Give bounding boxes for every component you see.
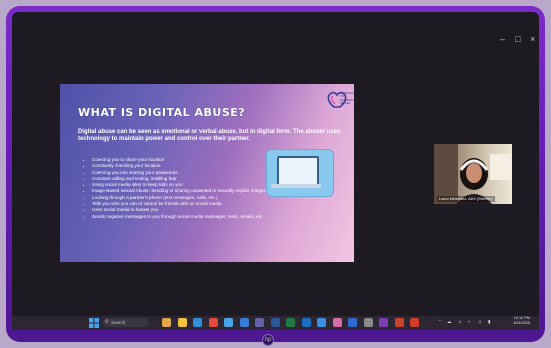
- taskbar-clock[interactable]: 12:12 PM 1/21/2025: [504, 316, 530, 326]
- audio-icon[interactable]: ♫: [458, 319, 461, 324]
- presentation-slide: WHAT IS DIGITAL ABUSE? ALTERNATIVES TO D…: [60, 84, 354, 262]
- participant-video-tile[interactable]: Laura Melendez, ADV (She/her): [434, 144, 512, 204]
- file-explorer-icon[interactable]: [177, 318, 187, 327]
- onenote-icon[interactable]: [379, 318, 388, 327]
- search-icon: ⚲: [105, 319, 109, 325]
- taskbar-search-box[interactable]: ⚲ Search: [103, 318, 149, 327]
- calendar-icon[interactable]: [317, 318, 326, 327]
- chrome-icon[interactable]: [208, 318, 218, 327]
- minimize-button[interactable]: –: [500, 34, 505, 44]
- acrobat-icon[interactable]: [410, 318, 419, 327]
- clock-date: 1/21/2025: [513, 321, 530, 325]
- outlook-icon[interactable]: [301, 318, 311, 327]
- slide-title: WHAT IS DIGITAL ABUSE?: [78, 106, 246, 119]
- app-icon[interactable]: [348, 318, 357, 327]
- battery-icon[interactable]: ▮: [488, 319, 490, 325]
- close-button[interactable]: ×: [530, 34, 535, 44]
- laptop-base: [271, 184, 321, 188]
- photos-icon[interactable]: [332, 318, 342, 327]
- hp-logo-icon: hp: [262, 334, 274, 346]
- maximize-button[interactable]: □: [515, 34, 520, 44]
- participant-video-feed: [434, 144, 512, 204]
- participant-name-label: Laura Melendez, ADV (She/her): [437, 196, 495, 202]
- excel-icon[interactable]: [286, 318, 295, 327]
- cloud-icon[interactable]: ☁: [447, 319, 452, 325]
- windows-start-icon[interactable]: [89, 318, 99, 328]
- store-icon[interactable]: [224, 318, 233, 327]
- list-item: Sends negative messages to you through s…: [92, 214, 352, 220]
- wifi-icon[interactable]: ≈: [468, 319, 470, 324]
- laptop-illustration: [266, 149, 334, 197]
- widgets-icon[interactable]: [162, 318, 171, 327]
- slide-lead-text: Digital abuse can be seen as emotional o…: [78, 129, 341, 142]
- word-icon[interactable]: [270, 318, 280, 327]
- settings-icon[interactable]: [363, 318, 373, 327]
- volume-icon[interactable]: ♬: [478, 319, 483, 324]
- teams-icon[interactable]: [255, 318, 264, 327]
- edge-icon[interactable]: [193, 318, 202, 327]
- search-placeholder: Search: [111, 320, 126, 325]
- logo-text: ALTERNATIVES TO DOMESTIC ABUSE: [340, 91, 354, 106]
- mail-icon[interactable]: [239, 318, 249, 327]
- powerpoint-icon[interactable]: [394, 318, 404, 327]
- laptop-screen: [277, 156, 319, 186]
- chevron-up-icon[interactable]: ⌃: [438, 319, 442, 325]
